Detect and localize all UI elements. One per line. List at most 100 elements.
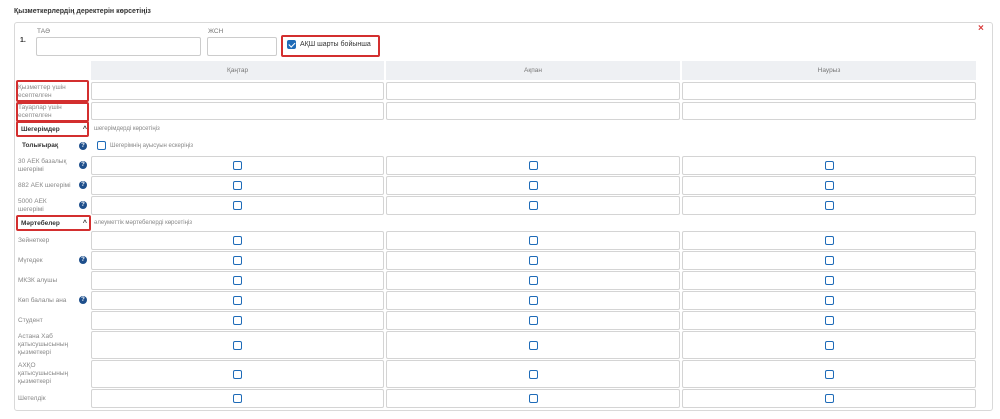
status-checkbox-icon[interactable] (824, 394, 834, 403)
employee-number: 1. (20, 37, 26, 44)
deduction-cell[interactable] (386, 156, 680, 175)
status-checkbox-icon[interactable] (824, 236, 834, 245)
name-field[interactable] (36, 37, 201, 56)
deduction-cell[interactable] (682, 196, 976, 215)
status-row-label: Зейнеткер (18, 236, 50, 244)
status-cell[interactable] (386, 331, 680, 359)
status-cell[interactable] (682, 389, 976, 408)
status-cell[interactable] (91, 231, 384, 250)
status-checkbox-icon[interactable] (233, 256, 242, 265)
deductions-details-label: Толығырақ (22, 142, 59, 149)
status-checkbox-icon[interactable] (824, 276, 834, 285)
income-goods-highlight (16, 102, 89, 122)
income-services-input[interactable] (91, 82, 384, 100)
status-checkbox-icon[interactable] (824, 369, 834, 379)
status-cell[interactable] (91, 360, 384, 388)
status-cell[interactable] (386, 291, 680, 310)
help-icon[interactable]: ? (79, 296, 87, 304)
status-row-label: Шетелдік (18, 394, 46, 402)
status-cell[interactable] (91, 271, 384, 290)
status-checkbox-icon[interactable] (824, 316, 834, 325)
deductions-highlight (16, 121, 89, 137)
status-checkbox-icon[interactable] (528, 369, 538, 379)
status-cell[interactable] (91, 291, 384, 310)
status-checkbox-icon[interactable] (824, 256, 834, 265)
status-cell[interactable] (386, 271, 680, 290)
income-goods-input[interactable] (91, 102, 384, 120)
month-header-1: Қаңтар (91, 61, 384, 80)
status-checkbox-icon[interactable] (528, 316, 538, 325)
deduction-cell[interactable] (91, 176, 384, 195)
iin-field[interactable] (207, 37, 277, 56)
status-cell[interactable] (386, 251, 680, 270)
status-checkbox-icon[interactable] (233, 369, 242, 379)
status-checkbox-icon[interactable] (528, 276, 538, 285)
deduction-cell[interactable] (386, 196, 680, 215)
month-header-3: Наурыз (682, 61, 976, 80)
statuses-highlight (16, 215, 91, 231)
status-cell[interactable] (682, 311, 976, 330)
deduction-checkbox-icon[interactable] (233, 201, 242, 210)
close-icon[interactable]: × (978, 24, 984, 34)
deduction-row-label: 30 АЕК базалық шегерімі (18, 157, 67, 173)
deduction-checkbox-icon[interactable] (528, 201, 538, 210)
status-checkbox-icon[interactable] (233, 340, 242, 350)
deduction-transfer-label: Шегерімнің ауысуын ескеріңіз (110, 142, 193, 149)
status-checkbox-icon[interactable] (528, 296, 538, 305)
status-checkbox-icon[interactable] (233, 236, 242, 245)
status-checkbox-icon[interactable] (528, 236, 538, 245)
deduction-cell[interactable] (91, 196, 384, 215)
deduction-cell[interactable] (682, 156, 976, 175)
income-goods-input[interactable] (386, 102, 680, 120)
income-services-input[interactable] (682, 82, 976, 100)
status-checkbox-icon[interactable] (528, 340, 538, 350)
status-cell[interactable] (386, 360, 680, 388)
status-cell[interactable] (386, 389, 680, 408)
status-cell[interactable] (91, 311, 384, 330)
status-checkbox-icon[interactable] (528, 394, 538, 403)
status-cell[interactable] (91, 389, 384, 408)
help-icon[interactable]: ? (79, 201, 87, 209)
deduction-checkbox-icon[interactable] (233, 161, 242, 170)
status-cell[interactable] (682, 291, 976, 310)
help-icon[interactable]: ? (79, 161, 87, 169)
status-row-label: АХҚО қатысушысының қызметкері (18, 361, 69, 385)
name-field-label: ТАӘ (37, 28, 50, 35)
status-cell[interactable] (682, 231, 976, 250)
deduction-cell[interactable] (386, 176, 680, 195)
help-icon[interactable]: ? (79, 181, 87, 189)
status-checkbox-icon[interactable] (233, 394, 242, 403)
status-cell[interactable] (682, 251, 976, 270)
status-row-label: Студент (18, 316, 43, 324)
status-cell[interactable] (682, 331, 976, 359)
deduction-checkbox-icon[interactable] (824, 181, 834, 190)
income-services-input[interactable] (386, 82, 680, 100)
deduction-checkbox-icon[interactable] (233, 181, 242, 190)
month-header-2: Ақпан (386, 61, 680, 80)
status-cell[interactable] (682, 271, 976, 290)
status-checkbox-icon[interactable] (233, 316, 242, 325)
deduction-checkbox-icon[interactable] (824, 161, 834, 170)
status-checkbox-icon[interactable] (528, 256, 538, 265)
income-goods-input[interactable] (682, 102, 976, 120)
status-checkbox-icon[interactable] (824, 296, 834, 305)
status-cell[interactable] (682, 360, 976, 388)
status-cell[interactable] (91, 251, 384, 270)
deduction-cell[interactable] (682, 176, 976, 195)
status-checkbox-icon[interactable] (824, 340, 834, 350)
status-checkbox-icon[interactable] (233, 296, 242, 305)
status-checkbox-icon[interactable] (233, 276, 242, 285)
deduction-row-label: 882 АЕК шегерімі (18, 181, 71, 189)
deduction-transfer-checkbox[interactable]: Шегерімнің ауысуын ескеріңіз (97, 141, 193, 150)
help-icon[interactable]: ? (79, 256, 87, 264)
deduction-checkbox-icon[interactable] (528, 181, 538, 190)
status-cell[interactable] (386, 311, 680, 330)
help-icon[interactable]: ? (79, 142, 87, 150)
status-row-label: Астана Хаб қатысушысының қызметкері (18, 332, 69, 356)
deduction-checkbox-icon[interactable] (528, 161, 538, 170)
status-cell[interactable] (91, 331, 384, 359)
akzh-highlight (281, 35, 380, 57)
deduction-cell[interactable] (91, 156, 384, 175)
deduction-checkbox-icon[interactable] (824, 201, 834, 210)
status-cell[interactable] (386, 231, 680, 250)
